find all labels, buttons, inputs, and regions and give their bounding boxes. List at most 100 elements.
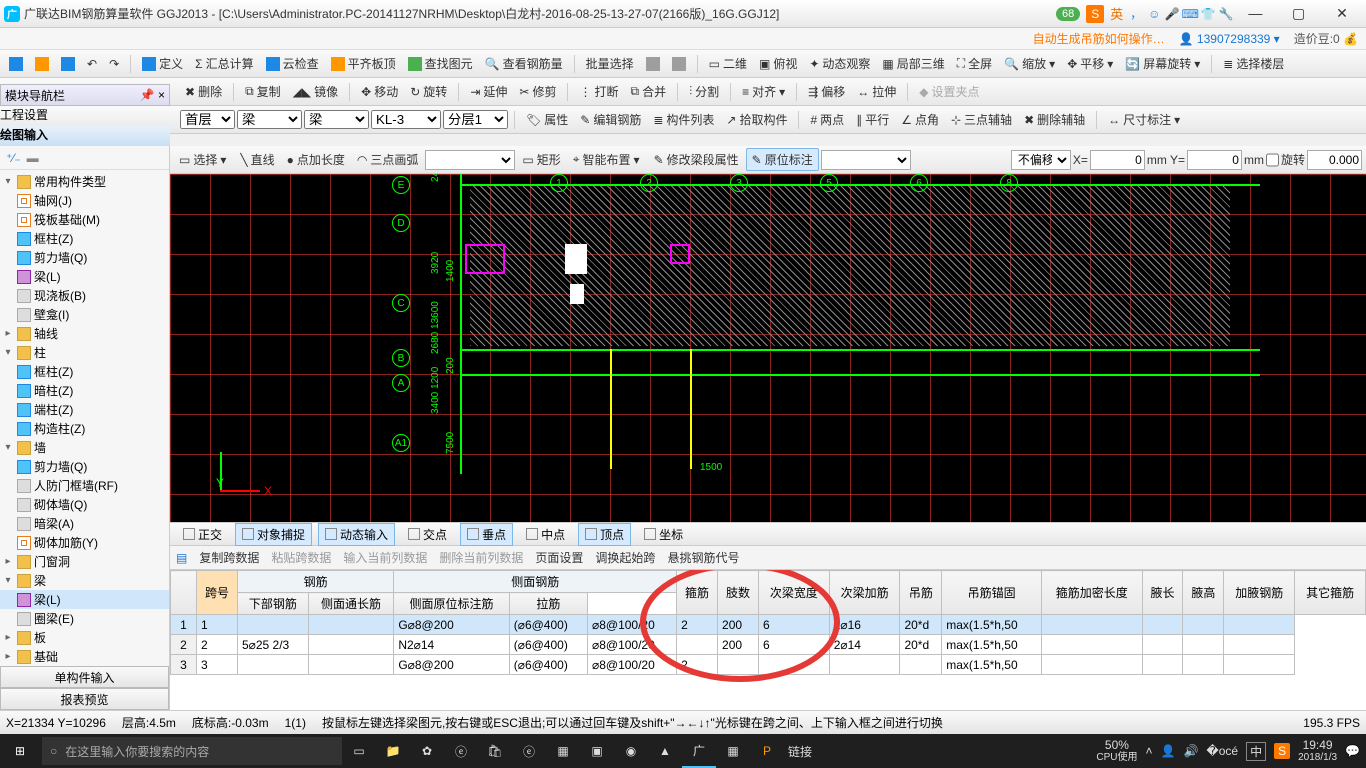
tree-node[interactable]: ▾墙 — [0, 438, 169, 457]
tree-node[interactable]: ▸基础 — [0, 647, 169, 666]
break-button[interactable]: ⋮ 打断 — [574, 81, 623, 102]
property-button[interactable]: 🏷 属性 — [521, 109, 573, 130]
merge-button[interactable]: ⧉ 合并 — [625, 81, 671, 102]
swap-start-span[interactable]: 调换起始跨 — [595, 549, 655, 566]
offset-button[interactable]: ⇶ 偏移 — [803, 81, 850, 102]
fill-col-data[interactable]: 输入当前列数据 — [343, 549, 427, 566]
rect-tool[interactable]: ▭ 矩形 — [517, 149, 565, 170]
modify-beam-attr[interactable]: ✎ 修改梁段属性 — [649, 149, 744, 170]
delete-button[interactable]: ✖ 删除 — [180, 81, 227, 102]
twopoint-button[interactable]: # 两点 — [805, 109, 849, 130]
view-orbit-button[interactable]: ✦ 动态观察 — [804, 53, 875, 74]
tray-clock[interactable]: 19:492018/1/3 — [1298, 739, 1337, 763]
align-slab-button[interactable]: 平齐板顶 — [326, 53, 401, 74]
tray-people-icon[interactable]: 👤 — [1161, 744, 1176, 758]
snap-5[interactable]: 中点 — [519, 523, 572, 546]
member-select[interactable]: KL-3 — [371, 110, 441, 129]
tree-node[interactable]: 梁(L) — [0, 267, 169, 286]
snap-0[interactable]: 正交 — [176, 523, 229, 546]
tree-node[interactable]: 暗柱(Z) — [0, 381, 169, 400]
tree-node[interactable]: 砌体墙(Q) — [0, 495, 169, 514]
x-input[interactable] — [1090, 150, 1145, 170]
del-col-data[interactable]: 删除当前列数据 — [439, 549, 523, 566]
batch-a[interactable] — [641, 55, 665, 73]
tree-node[interactable]: 端柱(Z) — [0, 400, 169, 419]
snap-3[interactable]: 交点 — [401, 523, 454, 546]
tray-sogou-icon[interactable]: S — [1274, 743, 1290, 759]
sum-calc-button[interactable]: Σ 汇总计算 — [190, 53, 258, 74]
batch-b[interactable] — [667, 55, 691, 73]
task-view-icon[interactable]: ▭ — [342, 734, 376, 768]
tree-node[interactable]: 暗梁(A) — [0, 514, 169, 533]
grip-button[interactable]: ◆ 设置夹点 — [914, 81, 984, 102]
tray-net-icon[interactable]: �océ — [1206, 744, 1238, 758]
page-setup[interactable]: 页面设置 — [535, 549, 583, 566]
snap-2[interactable]: 动态输入 — [318, 523, 395, 546]
taskbar-search[interactable]: ○ 在这里输入你要搜索的内容 — [42, 737, 342, 765]
pin-icon[interactable]: 📌 × — [140, 88, 165, 102]
rotate-input[interactable] — [1307, 150, 1362, 170]
nav-expand-icon[interactable]: ⁺⁄₋ — [6, 151, 21, 165]
split-button[interactable]: ⫶ 分割 — [684, 81, 724, 102]
cantilever-code[interactable]: 悬挑钢筋代号 — [667, 549, 739, 566]
tree-node[interactable]: 圈梁(E) — [0, 609, 169, 628]
taskbar-ppt-icon[interactable]: P — [750, 734, 784, 768]
stretch-button[interactable]: ↔ 拉伸 — [852, 81, 901, 102]
help-tip-link[interactable]: 自动生成吊筋如何操作… — [1033, 30, 1165, 47]
ime-mic-icon[interactable]: 🎤 — [1163, 7, 1181, 21]
smart-layout-tool[interactable]: ⌖ 智能布置 ▾ — [568, 149, 645, 170]
cloud-check-button[interactable]: 云检查 — [261, 53, 324, 74]
tree-node[interactable]: 壁龛(I) — [0, 305, 169, 324]
line-tool[interactable]: ╲ 直线 — [235, 149, 279, 170]
close-button[interactable]: ✕ — [1322, 5, 1362, 22]
taskbar-app5-icon[interactable]: ▦ — [716, 734, 750, 768]
orig-label-tool[interactable]: ✎ 原位标注 — [746, 148, 819, 171]
threepoint-axis-button[interactable]: ⊹ 三点辅轴 — [946, 109, 1017, 130]
redo-button[interactable]: ↷ — [104, 55, 124, 73]
tree-node[interactable]: 框柱(Z) — [0, 362, 169, 381]
taskbar-ie-icon[interactable]: ⓔ — [444, 734, 478, 768]
snap-6[interactable]: 顶点 — [578, 523, 631, 546]
tray-notify-icon[interactable]: 💬 — [1345, 744, 1360, 758]
ime-comma-icon[interactable]: ， — [1127, 5, 1145, 22]
trim-button[interactable]: ✂ 修剪 — [514, 81, 561, 102]
orig-label-options[interactable] — [821, 150, 911, 170]
tree-node[interactable]: 梁(L) — [0, 590, 169, 609]
floor-select[interactable]: 首层 — [180, 110, 235, 129]
ime-wrench-icon[interactable]: 🔧 — [1217, 7, 1235, 21]
user-account[interactable]: 👤 13907298339 ▾ — [1179, 32, 1280, 46]
view-local3d-button[interactable]: ▦ 局部三维 — [877, 53, 949, 74]
minimize-button[interactable]: — — [1235, 5, 1275, 21]
mirror-button[interactable]: ◢◣ 镜像 — [288, 81, 343, 102]
save-file-button[interactable] — [56, 55, 80, 73]
start-button[interactable]: ⊞ — [0, 734, 40, 768]
arc-options[interactable] — [425, 150, 515, 170]
pick-member-button[interactable]: ↗ 拾取构件 — [721, 109, 792, 130]
tree-node[interactable]: 砌体加筋(Y) — [0, 533, 169, 552]
view-top-button[interactable]: ▣ 俯视 — [754, 53, 802, 74]
find-element-button[interactable]: 查找图元 — [403, 53, 478, 74]
copy-span-data[interactable]: 复制跨数据 — [199, 549, 259, 566]
pointangle-button[interactable]: ∠ 点角 — [896, 109, 944, 130]
tray-ime-icon[interactable]: 中 — [1246, 742, 1266, 761]
ime-shirt-icon[interactable]: 👕 — [1199, 7, 1217, 21]
tree-node[interactable]: 剪力墙(Q) — [0, 248, 169, 267]
tree-node[interactable]: 剪力墙(Q) — [0, 457, 169, 476]
pointlen-tool[interactable]: ● 点加长度 — [282, 149, 350, 170]
batch-select-button[interactable]: 批量选择 — [581, 53, 639, 74]
ime-keyboard-icon[interactable]: ⌨ — [1181, 7, 1199, 21]
snap-4[interactable]: 垂点 — [460, 523, 513, 546]
snap-7[interactable]: 坐标 — [637, 523, 690, 546]
ime-lang[interactable]: 英 — [1110, 4, 1123, 23]
zoom-button[interactable]: 🔍 缩放 ▾ — [999, 53, 1060, 74]
taskbar-app4-icon[interactable]: ▲ — [648, 734, 682, 768]
tree-node[interactable]: ▾柱 — [0, 343, 169, 362]
undo-button[interactable]: ↶ — [82, 55, 102, 73]
snap-1[interactable]: 对象捕捉 — [235, 523, 312, 546]
tree-node[interactable]: 人防门框墙(RF) — [0, 476, 169, 495]
pan-button[interactable]: ✥ 平移 ▾ — [1062, 53, 1118, 74]
tree-node[interactable]: ▾常用构件类型 — [0, 172, 169, 191]
select-floor-button[interactable]: ≣ 选择楼层 — [1218, 53, 1289, 74]
taskbar-store-icon[interactable]: 🛍 — [478, 734, 512, 768]
tree-node[interactable]: 筏板基础(M) — [0, 210, 169, 229]
